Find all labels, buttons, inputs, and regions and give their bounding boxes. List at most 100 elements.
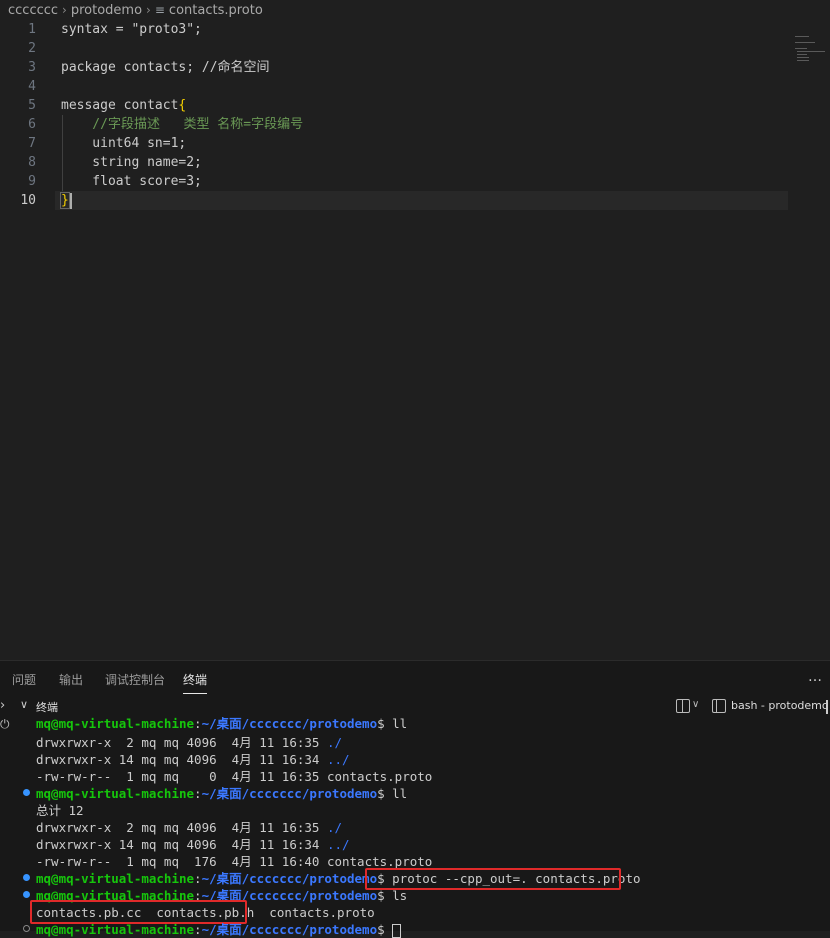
split-terminal-icon[interactable] — [676, 699, 690, 713]
chevron-right-icon[interactable]: › — [0, 698, 5, 713]
chevron-right-icon: › — [62, 3, 67, 17]
prompt-path: ~/桌面/ccccccc/protodemo — [201, 871, 378, 886]
minimap-line — [795, 36, 809, 37]
terminal-cursor — [392, 923, 402, 938]
line-number: 2 — [28, 41, 36, 56]
breadcrumb-file[interactable]: contacts.proto — [169, 3, 263, 18]
minimap-line — [797, 51, 825, 52]
terminal-section-title: 终端 — [36, 701, 58, 714]
dir-name: ../ — [326, 752, 350, 767]
line-number: 1 — [28, 22, 36, 37]
minimap-line — [797, 60, 809, 61]
chevron-down-icon[interactable]: ∨ — [20, 698, 28, 711]
code-line: 7 uint64 sn=1; — [0, 134, 830, 153]
panel-tabs: 问题 输出 调试控制台 终端 … — [0, 661, 830, 696]
listing-text: drwxrwxr-x 2 mq mq 4096 4月 11 16:35 — [36, 735, 327, 750]
terminal-line: drwxrwxr-x 14 mq mq 4096 4月 11 16:34 ../ — [36, 751, 350, 768]
chevron-right-icon: › — [146, 3, 151, 17]
chevron-down-icon[interactable]: ∨ — [692, 699, 699, 710]
breadcrumb-folder[interactable]: protodemo — [71, 3, 142, 18]
minimap-line — [795, 48, 807, 49]
terminal-line: mq@mq-virtual-machine:~/桌面/ccccccc/proto… — [36, 715, 407, 732]
line-number: 6 — [28, 117, 36, 132]
code-text: message contact{ — [61, 96, 186, 115]
command-text: ls — [392, 888, 408, 903]
code-text: package contacts; //命名空间 — [61, 60, 270, 75]
code-comment: //字段描述 类型 名称=字段编号 — [61, 117, 304, 132]
line-number: 9 — [28, 174, 36, 189]
terminal-line: -rw-rw-r-- 1 mq mq 0 4月 11 16:35 contact… — [36, 769, 433, 784]
code-line: 6 //字段描述 类型 名称=字段编号 — [0, 115, 830, 134]
lines-file-icon: ≡ — [154, 3, 165, 17]
tab-terminal[interactable]: 终端 — [183, 671, 208, 694]
command-decoration-icon[interactable] — [23, 789, 30, 796]
line-number: 10 — [20, 193, 36, 208]
terminal-instance-name[interactable]: bash - protodemo — [731, 699, 829, 712]
terminal-instance-icon[interactable] — [712, 699, 726, 713]
prompt-user: mq@mq-virtual-machine — [36, 786, 195, 801]
minimap-line — [795, 42, 815, 43]
close-brace: } — [60, 192, 70, 209]
listing-text: drwxrwxr-x 14 mq mq 4096 4月 11 16:34 — [36, 752, 327, 767]
line-number: 7 — [28, 136, 36, 151]
listing-text: drwxrwxr-x 14 mq mq 4096 4月 11 16:34 — [36, 837, 327, 852]
more-actions-icon[interactable]: … — [808, 669, 822, 685]
code-text: syntax = "proto3"; — [61, 22, 202, 37]
code-line: 5 message contact{ — [0, 96, 830, 115]
command-decoration-icon[interactable] — [23, 874, 30, 881]
prompt-user: mq@mq-virtual-machine — [36, 716, 195, 731]
code-line: 8 string name=2; — [0, 153, 830, 172]
command-text: ll — [392, 716, 408, 731]
code-line: 9 float score=3; — [0, 172, 830, 191]
terminal-line: drwxrwxr-x 2 mq mq 4096 4月 11 16:35 ./ — [36, 734, 342, 751]
code-line: 3 package contacts; //命名空间 — [0, 58, 830, 77]
code-text: uint64 sn=1; — [61, 136, 187, 151]
terminal-line: 总计 12 — [36, 803, 84, 818]
code-line: 1 syntax = "proto3"; — [0, 20, 830, 39]
code-line: 4 — [0, 77, 830, 96]
prompt-user: mq@mq-virtual-machine — [36, 871, 195, 886]
minimap[interactable] — [793, 36, 827, 76]
prompt-path: ~/桌面/ccccccc/protodemo — [201, 786, 378, 801]
terminal-line: drwxrwxr-x 14 mq mq 4096 4月 11 16:34 ../ — [36, 836, 350, 853]
command-decoration-icon[interactable] — [23, 891, 30, 898]
code-text: string name=2; — [61, 155, 202, 170]
prompt-colon: : — [194, 786, 202, 801]
line-number: 4 — [28, 79, 36, 94]
code-text: message contact — [61, 98, 179, 113]
terminal-line: mq@mq-virtual-machine:~/桌面/ccccccc/proto… — [36, 785, 407, 802]
terminal-line: drwxrwxr-x 2 mq mq 4096 4月 11 16:35 ./ — [36, 819, 342, 836]
prompt-dollar: $ — [377, 786, 393, 801]
tab-output[interactable]: 输出 — [59, 671, 83, 688]
breadcrumb-folder[interactable]: ccccccc — [8, 3, 58, 18]
scrollbar-edge — [826, 700, 828, 714]
prompt-path: ~/桌面/ccccccc/protodemo — [201, 716, 378, 731]
minimap-line — [797, 54, 807, 55]
line-number: 5 — [28, 98, 36, 113]
dir-name: ../ — [326, 837, 350, 852]
code-text: } — [60, 191, 72, 210]
listing-text: contacts.proto — [254, 905, 375, 920]
code-line-active: 10 } — [0, 191, 830, 210]
line-number: 3 — [28, 60, 36, 75]
dir-name: ./ — [326, 735, 343, 750]
prompt-dollar: $ — [377, 716, 393, 731]
prompt-colon: : — [194, 716, 202, 731]
breadcrumb: ccccccc › protodemo › ≡ contacts.proto — [0, 0, 830, 20]
line-number: 8 — [28, 155, 36, 170]
code-text: float score=3; — [61, 174, 202, 189]
code-line: 2 — [0, 39, 830, 58]
tab-problems[interactable]: 问题 — [12, 671, 36, 688]
plug-icon: ⏻ — [0, 717, 10, 731]
minimap-line — [797, 57, 809, 58]
prompt-dollar: $ — [377, 888, 393, 903]
prompt-colon: : — [194, 871, 202, 886]
code-editor[interactable]: 1 syntax = "proto3"; 2 3 package contact… — [0, 20, 830, 660]
dir-name: ./ — [326, 820, 343, 835]
open-brace: { — [178, 98, 187, 113]
listing-text: drwxrwxr-x 2 mq mq 4096 4月 11 16:35 — [36, 820, 327, 835]
text-caret — [69, 192, 72, 209]
command-decoration-icon[interactable] — [23, 925, 30, 932]
command-text: ll — [392, 786, 408, 801]
tab-debug-console[interactable]: 调试控制台 — [105, 671, 165, 688]
